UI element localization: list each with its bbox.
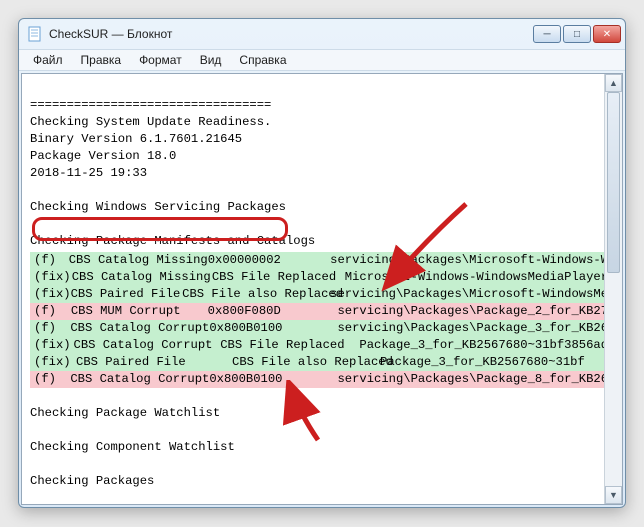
- minimize-button[interactable]: ─: [533, 25, 561, 43]
- log-line: Checking Package Watchlist: [30, 406, 220, 420]
- menu-view[interactable]: Вид: [192, 51, 230, 69]
- text-area-container: ================================= Checki…: [21, 73, 623, 505]
- scroll-track[interactable]: [605, 92, 622, 486]
- menu-help[interactable]: Справка: [231, 51, 294, 69]
- table-row: (f)CBS Catalog Corrupt0x800B0100servicin…: [30, 371, 604, 388]
- table-cell: servicing\Packages\Package_3_for_KB26858: [337, 320, 604, 337]
- table-row: (f)CBS Catalog Missing0x00000002servicin…: [30, 252, 604, 269]
- table-cell: (fix): [30, 269, 72, 286]
- table-cell: (f): [30, 320, 70, 337]
- scroll-up-button[interactable]: ▲: [605, 74, 622, 92]
- table-cell: (f): [30, 371, 70, 388]
- log-line: Checking Package Manifests and Catalogs: [30, 234, 315, 248]
- table-cell: (fix): [30, 286, 71, 303]
- menu-file[interactable]: Файл: [25, 51, 71, 69]
- table-cell: 0x800B0100: [209, 371, 337, 388]
- titlebar[interactable]: CheckSUR — Блокнот ─ □ ✕: [19, 19, 625, 49]
- table-cell: servicing\Packages\Microsoft-WindowsMedi…: [330, 286, 604, 303]
- table-cell: (f): [30, 252, 69, 269]
- table-cell: CBS Catalog Missing: [69, 252, 208, 269]
- log-line: Checking Windows Servicing Packages: [30, 200, 286, 214]
- table-cell: CBS MUM Corrupt: [71, 303, 208, 320]
- table-cell: Microsoft-Windows-WindowsMediaPlayer-Tr: [345, 269, 604, 286]
- menubar: Файл Правка Формат Вид Справка: [19, 49, 625, 71]
- table-cell: servicing\Packages\Package_8_for_KB26858: [337, 371, 604, 388]
- log-line: Package Version 18.0: [30, 149, 176, 163]
- table-row: (fix)CBS Catalog MissingCBS File Replace…: [30, 269, 604, 286]
- table-cell: CBS Catalog Corrupt: [70, 320, 209, 337]
- table-cell: Package_3_for_KB2567680~31bf: [380, 354, 604, 371]
- table-cell: CBS Paired File: [76, 354, 232, 371]
- table-row: (f)CBS Catalog Corrupt0x800B0100servicin…: [30, 320, 604, 337]
- table-cell: CBS File also Replaced: [232, 354, 380, 371]
- table-cell: 0x800B0100: [209, 320, 337, 337]
- table-row: (fix)CBS Paired FileCBS File also Replac…: [30, 286, 604, 303]
- maximize-button[interactable]: □: [563, 25, 591, 43]
- log-line: Binary Version 6.1.7601.21645: [30, 132, 242, 146]
- window-title: CheckSUR — Блокнот: [49, 27, 527, 41]
- log-line: Checking Component Watchlist: [30, 440, 235, 454]
- log-line: 2018-11-25 19:33: [30, 166, 147, 180]
- scroll-thumb[interactable]: [607, 92, 620, 273]
- menu-edit[interactable]: Правка: [73, 51, 130, 69]
- table-cell: servicing\Packages\Microsoft-Windows-Win…: [330, 252, 604, 269]
- text-area[interactable]: ================================= Checki…: [22, 74, 604, 504]
- menu-format[interactable]: Формат: [131, 51, 190, 69]
- table-cell: Package_3_for_KB2567680~31bf3856ad346: [359, 337, 604, 354]
- log-line: =================================: [30, 98, 271, 112]
- notepad-window: CheckSUR — Блокнот ─ □ ✕ Файл Правка Фор…: [18, 18, 626, 508]
- table-cell: CBS File also Replaced: [182, 286, 330, 303]
- table-cell: 0x00000002: [208, 252, 330, 269]
- log-line: Checking System Update Readiness.: [30, 115, 271, 129]
- window-controls: ─ □ ✕: [533, 25, 621, 43]
- table-cell: CBS Catalog Corrupt: [74, 337, 221, 354]
- table-cell: CBS File Replaced: [212, 269, 345, 286]
- table-row: (fix)CBS Paired FileCBS File also Replac…: [30, 354, 604, 371]
- table-cell: (fix): [30, 337, 74, 354]
- table-cell: CBS Catalog Corrupt: [70, 371, 209, 388]
- table-cell: CBS Catalog Missing: [72, 269, 212, 286]
- table-cell: CBS Paired File: [71, 286, 183, 303]
- table-row: (fix)CBS Catalog CorruptCBS File Replace…: [30, 337, 604, 354]
- table-row: (f)CBS MUM Corrupt0x800F080Dservicing\Pa…: [30, 303, 604, 320]
- table-cell: CBS File Replaced: [220, 337, 359, 354]
- log-line: Checking Packages: [30, 474, 154, 488]
- scroll-down-button[interactable]: ▼: [605, 486, 622, 504]
- table-cell: (fix): [30, 354, 76, 371]
- table-cell: 0x800F080D: [208, 303, 338, 320]
- notepad-icon: [27, 26, 43, 42]
- table-cell: servicing\Packages\Package_2_for_KB27576: [337, 303, 604, 320]
- vertical-scrollbar[interactable]: ▲ ▼: [604, 74, 622, 504]
- close-button[interactable]: ✕: [593, 25, 621, 43]
- table-cell: (f): [30, 303, 71, 320]
- log-table: (f)CBS Catalog Missing0x00000002servicin…: [30, 252, 598, 388]
